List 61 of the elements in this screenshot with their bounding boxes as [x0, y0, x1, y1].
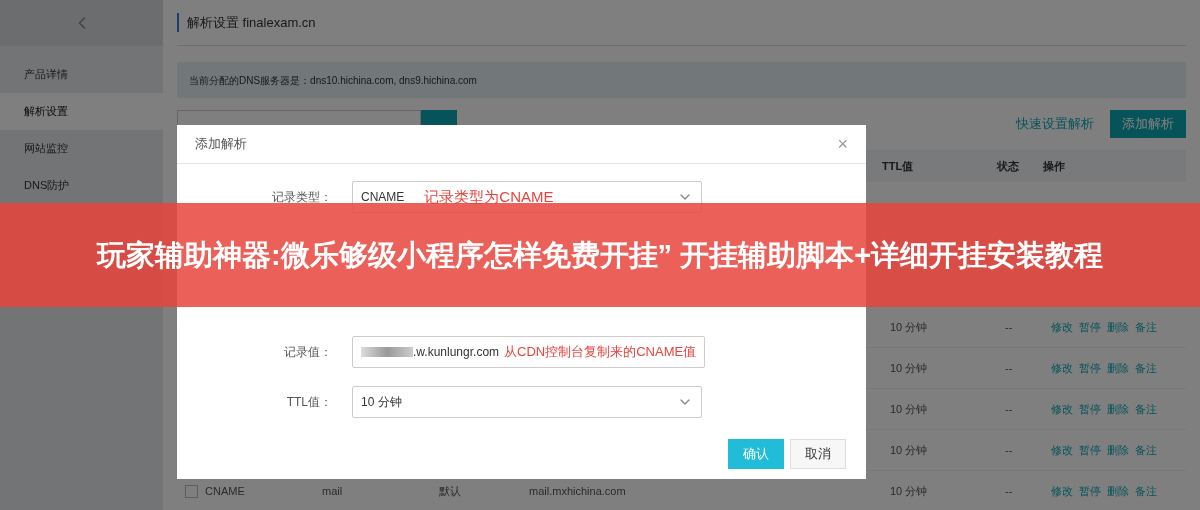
row-action-link[interactable]: 备注: [1135, 400, 1157, 418]
row-action-link[interactable]: 暂停: [1079, 482, 1101, 500]
column-header: 操作: [1043, 158, 1065, 174]
table-cell: CNAME: [205, 484, 245, 497]
row-action-link[interactable]: 删除: [1107, 359, 1129, 377]
quick-setup-link[interactable]: 快速设置解析: [1016, 114, 1094, 134]
row-action-link[interactable]: 备注: [1135, 441, 1157, 459]
table-cell: --: [1005, 320, 1013, 333]
row-action-link[interactable]: 修改: [1051, 482, 1073, 500]
row-action-link[interactable]: 暂停: [1079, 318, 1101, 336]
table-cell: 默认: [439, 484, 461, 497]
column-header: 状态: [997, 158, 1020, 174]
field-value: .w.kunlungr.com: [413, 344, 500, 361]
field-label: 记录类型：: [271, 189, 333, 206]
field-value: 10 分钟: [361, 394, 402, 411]
page-title: 解析设置 finalexam.cn: [177, 12, 316, 33]
confirm-button[interactable]: 确认: [728, 439, 784, 469]
row-action-link[interactable]: 删除: [1107, 441, 1129, 459]
row-checkbox[interactable]: [185, 484, 198, 498]
field-value: CNAME: [361, 189, 405, 206]
select-field[interactable]: 10 分钟: [352, 386, 702, 418]
add-record-button[interactable]: 添加解析: [1110, 110, 1186, 138]
row-action-link[interactable]: 修改: [1051, 318, 1073, 336]
table-cell: 10 分钟: [890, 361, 928, 374]
cancel-button[interactable]: 取消: [790, 439, 846, 469]
field-label: TTL值：: [285, 394, 333, 411]
row-action-link[interactable]: 删除: [1107, 318, 1129, 336]
column-header: TTL值: [882, 158, 915, 174]
table-cell: mail.mxhichina.com: [529, 484, 626, 497]
row-action-link[interactable]: 备注: [1135, 359, 1157, 377]
row-action-link[interactable]: 暂停: [1079, 400, 1101, 418]
table-cell: mail: [322, 484, 343, 497]
field-label: 记录值：: [283, 344, 333, 361]
sidebar-item[interactable]: 网站监控: [0, 130, 163, 167]
sidebar-item[interactable]: 产品详情: [0, 56, 163, 93]
row-action-link[interactable]: 修改: [1051, 400, 1073, 418]
input-field[interactable]: .w.kunlungr.com 从CDN控制台复制来的CNAME值: [352, 336, 706, 368]
dialog-title: 添加解析: [195, 135, 247, 154]
sidebar-item[interactable]: 解析设置: [0, 93, 163, 130]
row-action-link[interactable]: 修改: [1051, 359, 1073, 377]
banner-text: 玩家辅助神器:微乐够级小程序怎样免费开挂” 开挂辅助脚本+详细开挂安装教程: [96, 238, 1104, 273]
blurred-text-placeholder: [361, 347, 413, 357]
row-action-link[interactable]: 修改: [1051, 441, 1073, 459]
dns-info-bar: 当前分配的DNS服务器是：dns10.hichina.com, dns9.hichina.com: [177, 62, 1186, 98]
row-action-link[interactable]: 暂停: [1079, 441, 1101, 459]
row-action-link[interactable]: 暂停: [1079, 359, 1101, 377]
annotation-text: 记录类型为CNAME: [424, 186, 554, 207]
annotation-text: 从CDN控制台复制来的CNAME值: [504, 343, 697, 362]
table-cell: 10 分钟: [890, 484, 928, 497]
table-cell: 10 分钟: [890, 320, 928, 333]
table-cell: --: [1005, 484, 1013, 497]
row-action-link[interactable]: 备注: [1135, 482, 1157, 500]
close-button[interactable]: ×: [837, 135, 848, 153]
table-cell: --: [1005, 443, 1013, 456]
table-cell: 10 分钟: [890, 402, 928, 415]
row-action-link[interactable]: 删除: [1107, 400, 1129, 418]
table-cell: 10 分钟: [890, 443, 928, 456]
row-action-link[interactable]: 备注: [1135, 318, 1157, 336]
table-cell: --: [1005, 402, 1013, 415]
table-cell: --: [1005, 361, 1013, 374]
row-action-link[interactable]: 删除: [1107, 482, 1129, 500]
